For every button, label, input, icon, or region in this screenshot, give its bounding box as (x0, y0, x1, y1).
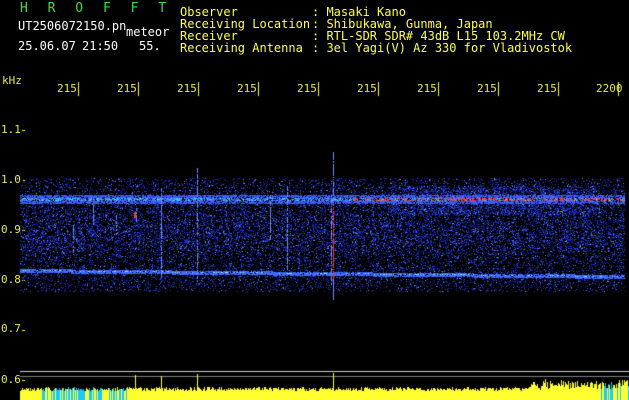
time-tick: 215 (537, 82, 557, 95)
spectrogram-canvas (0, 0, 629, 400)
time-tick: 215 (357, 82, 377, 95)
time-tick: 215 (477, 82, 497, 95)
freq-tick: 0.7 (1, 322, 21, 335)
time-tick: 215 (417, 82, 437, 95)
time-tick: 215 (237, 82, 257, 95)
time-label: 21:50 (82, 39, 119, 53)
antenna-label: Receiving Antenna (180, 41, 303, 55)
antenna-value: : 3el Yagi(V) Az 330 for Vladivostok (312, 41, 573, 55)
time-tick: 215 (297, 82, 317, 95)
app-title: H R O F F T (20, 1, 173, 16)
freq-tick: 1.0 (1, 173, 21, 186)
freq-unit-label: kHz (2, 74, 22, 87)
time-tick: 215 (117, 82, 137, 95)
freq-tick: 1.1 (1, 123, 21, 136)
freq-tick: 0.9 (1, 223, 21, 236)
seconds-label: 55. (139, 39, 161, 53)
time-tick: 215 (177, 82, 197, 95)
mode-label: meteor (126, 25, 170, 39)
freq-tick: 0.6 (1, 373, 21, 386)
date-label: 25.06.07 (18, 39, 76, 53)
time-tick: 215 (57, 82, 77, 95)
file-name: UT2506072150.pn (18, 19, 127, 33)
time-tick: 2200 (596, 82, 623, 95)
freq-tick: 0.8 (1, 273, 21, 286)
